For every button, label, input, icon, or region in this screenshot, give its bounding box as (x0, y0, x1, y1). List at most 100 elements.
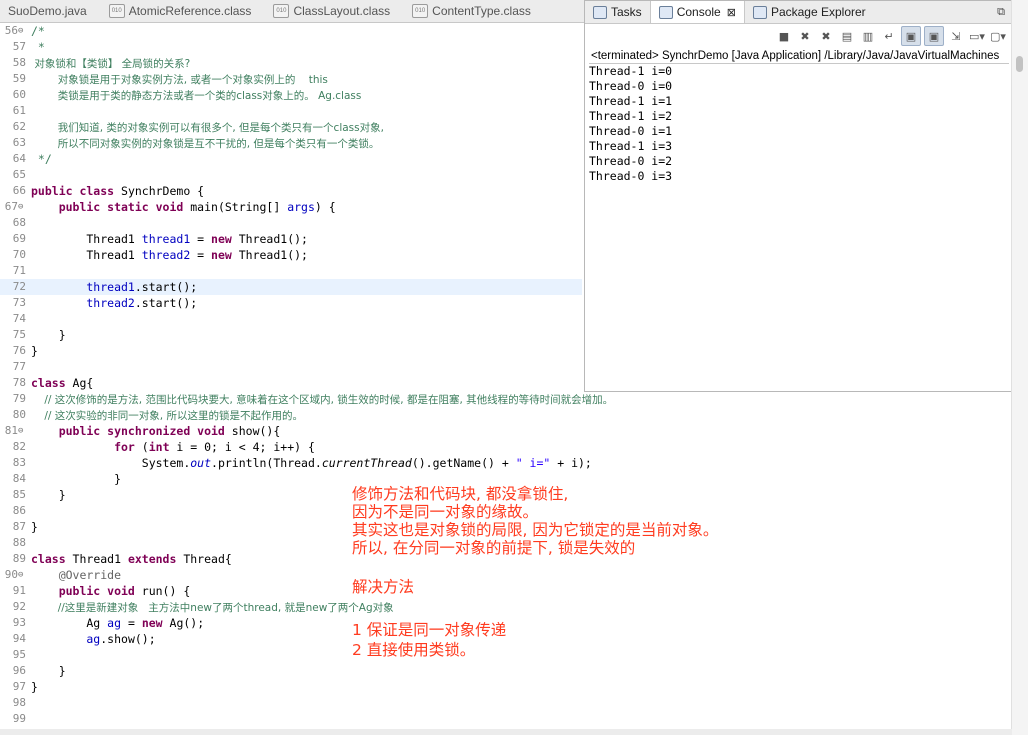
code-token: for (31, 440, 142, 454)
code-line[interactable]: 98 (0, 695, 582, 711)
code-line[interactable]: 60 类锁是用于类的静态方法或者一个类的class对象上的。 Ag.class (0, 87, 582, 103)
scrollbar-thumb[interactable] (1016, 56, 1023, 72)
code-text: } (31, 327, 66, 343)
code-line[interactable]: 63 所以不同对象实例的对象锁是互不干扰的, 但是每个类只有一个类锁。 (0, 135, 582, 151)
code-line[interactable]: 73 thread2.start(); (0, 295, 582, 311)
code-text: @Override (31, 567, 121, 583)
code-line[interactable]: 72 thread1.start(); (0, 279, 582, 295)
code-token: thread2 (141, 248, 191, 262)
remove-all-icon[interactable]: ✖ (817, 27, 835, 45)
class-file-icon: 010 (273, 4, 290, 18)
code-line[interactable]: 78 class Ag{ (0, 375, 582, 391)
vertical-scrollbar[interactable] (1011, 0, 1028, 735)
code-line[interactable]: 80 // 这次实验的非同一对象, 所以这里的锁是不起作用的。 (0, 407, 582, 423)
show-on-stdout-icon[interactable]: ▣ (901, 26, 921, 46)
code-line[interactable]: 91 public void run() { (0, 583, 582, 599)
code-line[interactable]: 59 对象锁是用于对象实例方法, 或者一个对象实例上的 this (0, 71, 582, 87)
code-token: class (31, 552, 73, 566)
code-line[interactable]: 66 public class SynchrDemo { (0, 183, 582, 199)
code-line[interactable]: 70 Thread1 thread2 = new Thread1(); (0, 247, 582, 263)
code-token: main(String[] (190, 200, 288, 214)
editor-tab-0[interactable]: SuoDemo.java (0, 0, 101, 22)
code-line[interactable]: 67 ⊖ public static void main(String[] arg… (0, 199, 582, 215)
code-text: } (31, 519, 38, 535)
code-line[interactable]: 69 Thread1 thread1 = new Thread1(); (0, 231, 582, 247)
code-token: new (211, 232, 239, 246)
scroll-lock-icon[interactable]: ▥ (859, 27, 877, 45)
close-tab-icon[interactable]: ⊠ (727, 6, 736, 19)
code-line[interactable]: 56 ⊖ /* (0, 23, 582, 39)
code-text: } (31, 343, 38, 359)
code-line[interactable]: 74 (0, 311, 582, 327)
code-line[interactable]: 83 System.out.println(Thread.currentThre… (0, 455, 592, 471)
editor-tab-3[interactable]: 010 ContentType.class (404, 0, 545, 22)
code-line[interactable]: 81 ⊖ public synchronized void show(){ (0, 423, 582, 439)
code-text: thread1.start(); (31, 279, 197, 295)
code-line[interactable]: 62 我们知道, 类的对象实例可以有很多个, 但是每个类只有一个class对象, (0, 119, 582, 135)
code-line[interactable]: 58 对象锁和【类锁】 全局锁的关系? (0, 55, 582, 71)
code-line[interactable]: 71 (0, 263, 582, 279)
code-text: 我们知道, 类的对象实例可以有很多个, 但是每个类只有一个class对象, (31, 119, 384, 136)
code-line[interactable]: 92 //这里是新建对象 主方法中new了两个thread, 就是new了两个A… (0, 599, 582, 615)
code-text: * (31, 39, 45, 55)
code-line[interactable]: 97} (0, 679, 582, 695)
line-number: 68 (12, 216, 26, 229)
editor-tab-2[interactable]: 010 ClassLayout.class (265, 0, 404, 22)
view-tab-1[interactable]: Console ⊠ (649, 1, 745, 23)
view-tab-2[interactable]: Package Explorer (745, 1, 874, 23)
show-on-stderr-icon[interactable]: ▣ (924, 26, 944, 46)
line-number: 91 (12, 584, 26, 597)
fold-toggle-icon[interactable]: ⊖ (18, 567, 23, 583)
line-number: 63 (12, 136, 26, 149)
code-line[interactable]: 82 for (int i = 0; i < 4; i++) { (0, 439, 582, 455)
code-token: show(){ (231, 424, 281, 438)
code-token: } (31, 520, 38, 534)
display-console-icon[interactable]: ▭▾ (968, 27, 986, 45)
code-line[interactable]: 64 */ (0, 151, 582, 167)
code-text: 所以不同对象实例的对象锁是互不干扰的, 但是每个类只有一个类锁。 (31, 135, 380, 152)
terminate-icon[interactable]: ■ (775, 27, 793, 45)
annotation-text: 所以, 在分同一对象的前提下, 锁是失效的 (352, 539, 636, 557)
remove-launch-icon[interactable]: ✖ (796, 27, 814, 45)
line-number: 72 (12, 280, 26, 293)
console-output[interactable]: Thread-1 i=0 Thread-0 i=0 Thread-1 i=1 Thre… (589, 63, 1009, 387)
code-token: .start(); (134, 280, 198, 294)
code-token: thread1 (141, 232, 191, 246)
fold-toggle-icon[interactable]: ⊖ (18, 23, 23, 39)
line-number: 67 (4, 200, 18, 213)
tasks-icon (593, 5, 607, 19)
view-tab-0[interactable]: Tasks (585, 1, 650, 23)
code-token: 我们知道, 类的对象实例可以有很多个, 但是每个类只有一个class对象, (31, 122, 384, 134)
console-toolbar: ■ ✖ ✖ ▤ ▥ ↵ ▣ ▣ ⇲ ▭▾ ▢▾ (585, 24, 1013, 48)
code-token: Ag{ (72, 376, 94, 390)
line-number: 58 (12, 56, 26, 69)
code-token: = (190, 248, 212, 262)
code-line[interactable]: 57 * (0, 39, 582, 55)
code-line[interactable]: 61 (0, 103, 582, 119)
fold-toggle-icon[interactable]: ⊖ (18, 199, 23, 215)
annotation-text: 修饰方法和代码块, 都没拿锁住, (352, 485, 569, 503)
code-line[interactable]: 75 } (0, 327, 582, 343)
code-line[interactable]: 99 (0, 711, 582, 727)
code-text: } (31, 487, 66, 503)
clear-console-icon[interactable]: ▤ (838, 27, 856, 45)
code-line[interactable]: 96 } (0, 663, 582, 679)
pin-console-icon[interactable]: ⇲ (947, 27, 965, 45)
code-line[interactable]: 76} (0, 343, 582, 359)
code-token: = (190, 232, 212, 246)
word-wrap-icon[interactable]: ↵ (880, 27, 898, 45)
code-token: SynchrDemo { (121, 184, 205, 198)
code-line[interactable]: 95 (0, 647, 582, 663)
code-line[interactable]: 77 (0, 359, 582, 375)
code-token: */ (31, 152, 52, 166)
open-console-icon[interactable]: ▢▾ (989, 27, 1007, 45)
line-number: 86 (12, 504, 26, 517)
code-token: } (31, 664, 66, 678)
code-line[interactable]: 68 (0, 215, 582, 231)
code-line[interactable]: 79 // 这次修饰的是方法, 范围比代码块要大, 意味着在这个区域内, 锁生效… (0, 391, 613, 407)
code-line[interactable]: 90 ⊖ @Override (0, 567, 582, 583)
editor-tab-1[interactable]: 010 AtomicReference.class (101, 0, 266, 22)
line-number: 94 (12, 632, 26, 645)
fold-toggle-icon[interactable]: ⊖ (18, 423, 23, 439)
code-line[interactable]: 65 (0, 167, 582, 183)
